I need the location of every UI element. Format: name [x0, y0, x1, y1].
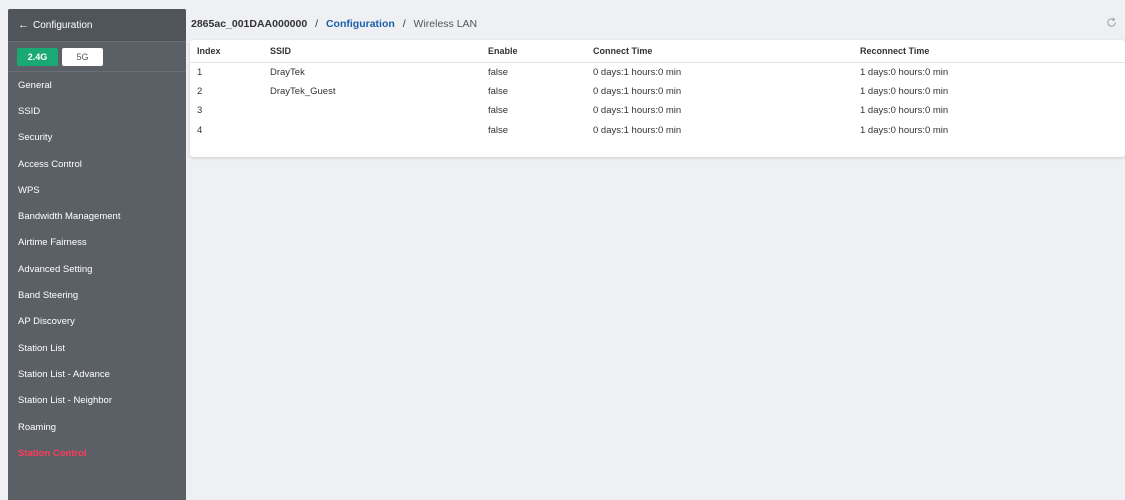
- table-row[interactable]: 1 DrayTek false 0 days:1 hours:0 min 1 d…: [190, 62, 1125, 82]
- sidebar: ← Configuration 2.4G 5G General SSID Sec…: [8, 9, 186, 500]
- column-header-enable[interactable]: Enable: [488, 40, 593, 63]
- cell-index: 4: [197, 124, 203, 136]
- cell-connect-time: 0 days:1 hours:0 min: [593, 124, 682, 136]
- refresh-icon[interactable]: [1106, 17, 1118, 29]
- cell-enable: false: [488, 124, 509, 136]
- sidebar-item-station-list[interactable]: Station List: [8, 335, 186, 361]
- sidebar-item-access-control[interactable]: Access Control: [8, 151, 186, 177]
- sidebar-item-advanced-setting[interactable]: Advanced Setting: [8, 256, 186, 282]
- cell-ssid: [270, 121, 488, 141]
- sidebar-item-station-list-neighbor[interactable]: Station List - Neighbor: [8, 388, 186, 414]
- cell-reconnect-time: 1 days:0 hours:0 min: [860, 124, 949, 136]
- sidebar-item-station-control[interactable]: Station Control: [8, 440, 186, 466]
- sidebar-item-wps[interactable]: WPS: [8, 177, 186, 203]
- station-control-table-panel: Index SSID Enable Connect Time Reconnect…: [190, 40, 1125, 157]
- sidebar-item-airtime-fairness[interactable]: Airtime Fairness: [8, 230, 186, 256]
- cell-ssid: [270, 101, 488, 121]
- band-tabs: 2.4G 5G: [8, 42, 186, 72]
- table-row[interactable]: 2 DrayTek_Guest false 0 days:1 hours:0 m…: [190, 82, 1125, 102]
- breadcrumb-separator: /: [402, 18, 406, 30]
- sidebar-item-ap-discovery[interactable]: AP Discovery: [8, 309, 186, 335]
- sidebar-item-station-list-advance[interactable]: Station List - Advance: [8, 361, 186, 387]
- sidebar-item-bandwidth-management[interactable]: Bandwidth Management: [8, 203, 186, 229]
- back-label: Configuration: [33, 19, 93, 31]
- cell-ssid: DrayTek: [270, 66, 305, 78]
- sidebar-menu: General SSID Security Access Control WPS…: [8, 72, 186, 466]
- cell-enable: false: [488, 66, 509, 78]
- sidebar-item-ssid[interactable]: SSID: [8, 98, 186, 124]
- breadcrumb-configuration[interactable]: Configuration: [326, 18, 395, 30]
- sidebar-item-band-steering[interactable]: Band Steering: [8, 282, 186, 308]
- topbar: 2865ac_001DAA000000 / Configuration / Wi…: [190, 12, 1125, 36]
- sidebar-item-security[interactable]: Security: [8, 125, 186, 151]
- sidebar-item-general[interactable]: General: [8, 72, 186, 98]
- column-header-ssid[interactable]: SSID: [270, 40, 488, 63]
- cell-index: 2: [197, 85, 203, 97]
- back-to-configuration[interactable]: ← Configuration: [8, 9, 186, 42]
- table-row[interactable]: 3 false 0 days:1 hours:0 min 1 days:0 ho…: [190, 101, 1125, 121]
- cell-enable: false: [488, 105, 509, 117]
- sidebar-item-roaming[interactable]: Roaming: [8, 414, 186, 440]
- cell-index: 3: [197, 105, 203, 117]
- column-header-reconnect-time[interactable]: Reconnect Time: [860, 40, 1125, 63]
- cell-enable: false: [488, 85, 509, 97]
- breadcrumb: 2865ac_001DAA000000 / Configuration / Wi…: [190, 18, 477, 30]
- column-header-connect-time[interactable]: Connect Time: [593, 40, 860, 63]
- station-control-table: Index SSID Enable Connect Time Reconnect…: [190, 40, 1125, 140]
- tab-5g[interactable]: 5G: [62, 47, 103, 66]
- cell-reconnect-time: 1 days:0 hours:0 min: [860, 105, 949, 117]
- cell-connect-time: 0 days:1 hours:0 min: [593, 85, 682, 97]
- cell-index: 1: [197, 66, 203, 78]
- breadcrumb-page: Wireless LAN: [413, 18, 478, 30]
- cell-connect-time: 0 days:1 hours:0 min: [593, 105, 682, 117]
- column-header-index[interactable]: Index: [190, 40, 270, 63]
- breadcrumb-device: 2865ac_001DAA000000: [191, 18, 308, 30]
- tab-2-4g[interactable]: 2.4G: [17, 47, 58, 66]
- cell-connect-time: 0 days:1 hours:0 min: [593, 66, 682, 78]
- table-header-row: Index SSID Enable Connect Time Reconnect…: [190, 40, 1125, 63]
- cell-ssid: DrayTek_Guest: [270, 85, 336, 97]
- arrow-left-icon: ←: [18, 19, 29, 31]
- cell-reconnect-time: 1 days:0 hours:0 min: [860, 66, 949, 78]
- cell-reconnect-time: 1 days:0 hours:0 min: [860, 85, 949, 97]
- table-row[interactable]: 4 false 0 days:1 hours:0 min 1 days:0 ho…: [190, 121, 1125, 141]
- breadcrumb-separator: /: [315, 18, 319, 30]
